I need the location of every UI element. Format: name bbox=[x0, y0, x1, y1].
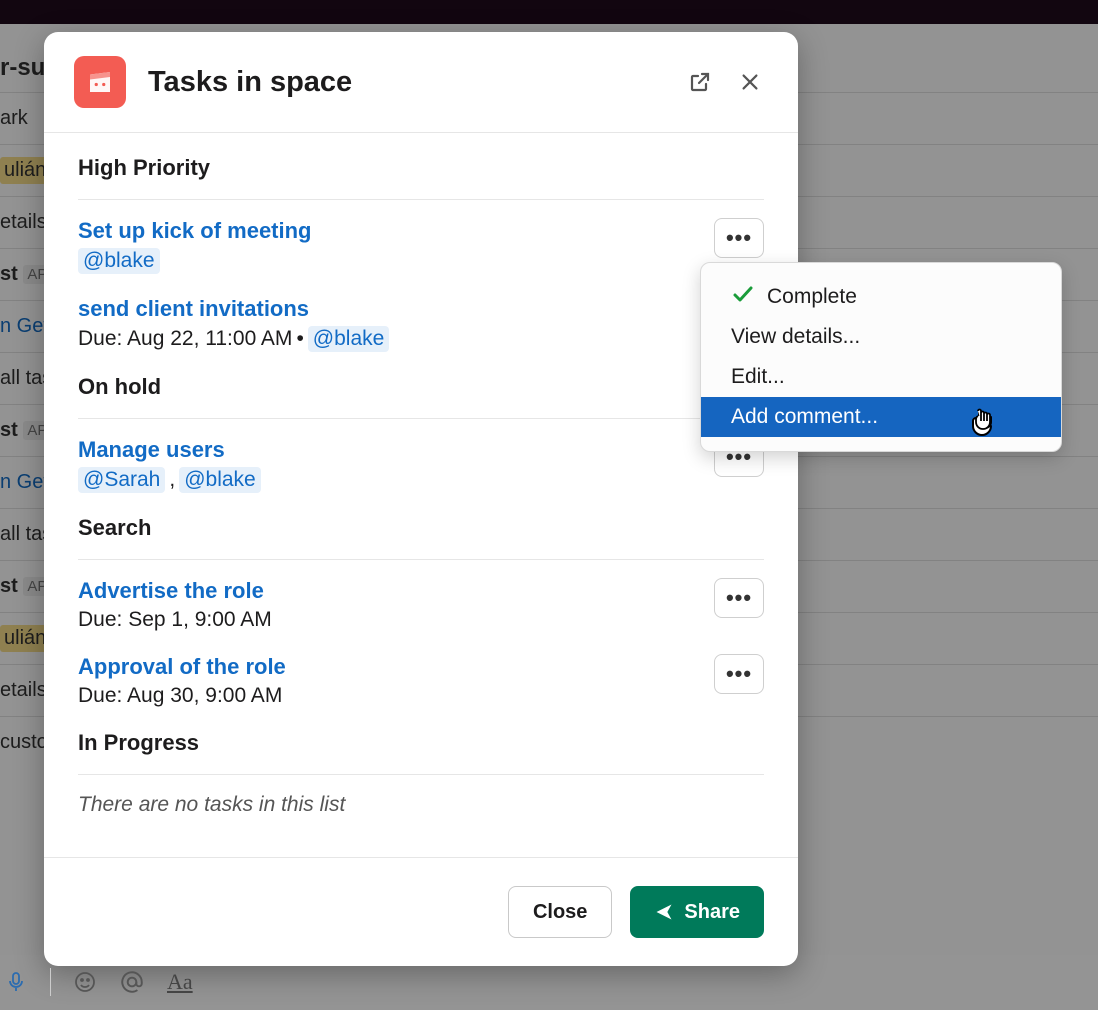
menu-item-view-details[interactable]: View details... bbox=[701, 317, 1061, 357]
modal-body: High Priority Set up kick of meeting @blak… bbox=[44, 133, 798, 857]
more-dots-icon: ••• bbox=[726, 227, 752, 249]
task-more-button[interactable]: ••• bbox=[714, 218, 764, 258]
share-button[interactable]: Share bbox=[630, 886, 764, 938]
task-title-link[interactable]: Advertise the role bbox=[78, 578, 714, 604]
modal-header: Tasks in space bbox=[44, 32, 798, 133]
menu-item-label: Edit... bbox=[731, 365, 785, 389]
task-due: Due: Sep 1, 9:00 AM bbox=[78, 608, 272, 632]
task-meta: @Sarah, @blake bbox=[78, 467, 714, 493]
menu-item-label: Add comment... bbox=[731, 405, 878, 429]
send-icon bbox=[654, 902, 674, 922]
user-mention[interactable]: @blake bbox=[308, 326, 390, 352]
task-title-link[interactable]: send client invitations bbox=[78, 296, 764, 322]
empty-list-message: There are no tasks in this list bbox=[78, 793, 764, 817]
menu-item-label: View details... bbox=[731, 325, 860, 349]
section-header: Search bbox=[78, 515, 764, 541]
close-modal-button[interactable] bbox=[732, 64, 768, 100]
task-title-link[interactable]: Approval of the role bbox=[78, 654, 714, 680]
section-divider bbox=[78, 774, 764, 775]
modal-footer: Close Share bbox=[44, 857, 798, 966]
section-header: High Priority bbox=[78, 155, 764, 181]
section-header: In Progress bbox=[78, 730, 764, 756]
tasks-modal: Tasks in space High Priority Set up kick … bbox=[44, 32, 798, 966]
section-header: On hold bbox=[78, 374, 764, 400]
task-title-link[interactable]: Set up kick of meeting bbox=[78, 218, 714, 244]
task-item: Manage users@Sarah, @blake••• bbox=[78, 437, 764, 493]
menu-item-add-comment[interactable]: Add comment... bbox=[701, 397, 1061, 437]
menu-item-edit[interactable]: Edit... bbox=[701, 357, 1061, 397]
section-divider bbox=[78, 559, 764, 560]
task-item: Set up kick of meeting @blake ••• bbox=[78, 218, 764, 274]
formatting-icon[interactable]: Aa bbox=[167, 969, 193, 995]
open-external-button[interactable] bbox=[682, 64, 718, 100]
task-item: send client invitations Due: Aug 22, 11:0… bbox=[78, 296, 764, 352]
task-context-menu: Complete View details... Edit... Add commen… bbox=[700, 262, 1062, 452]
menu-item-complete[interactable]: Complete bbox=[701, 277, 1061, 317]
task-meta: Due: Aug 30, 9:00 AM bbox=[78, 684, 714, 708]
section-divider bbox=[78, 418, 764, 419]
task-meta: @blake bbox=[78, 248, 714, 274]
task-due: Due: Aug 22, 11:00 AM bbox=[78, 327, 292, 351]
user-mention[interactable]: @blake bbox=[179, 467, 261, 493]
app-icon bbox=[74, 56, 126, 108]
close-button[interactable]: Close bbox=[508, 886, 612, 938]
menu-item-label: Complete bbox=[767, 285, 857, 309]
task-item: Advertise the role Due: Sep 1, 9:00 AM ••• bbox=[78, 578, 764, 632]
share-button-label: Share bbox=[684, 901, 740, 924]
more-dots-icon: ••• bbox=[726, 663, 752, 685]
task-more-button[interactable]: ••• bbox=[714, 654, 764, 694]
emoji-icon[interactable] bbox=[73, 970, 97, 994]
task-more-button[interactable]: ••• bbox=[714, 578, 764, 618]
task-item: Approval of the role Due: Aug 30, 9:00 AM… bbox=[78, 654, 764, 708]
microphone-icon[interactable] bbox=[4, 970, 28, 994]
check-icon bbox=[731, 282, 755, 312]
task-meta: Due: Aug 22, 11:00 AM • @blake bbox=[78, 326, 764, 352]
task-due: Due: Aug 30, 9:00 AM bbox=[78, 684, 282, 708]
user-mention[interactable]: @Sarah bbox=[78, 467, 165, 493]
more-dots-icon: ••• bbox=[726, 587, 752, 609]
section-divider bbox=[78, 199, 764, 200]
mention-icon[interactable] bbox=[119, 969, 145, 995]
task-title-link[interactable]: Manage users bbox=[78, 437, 714, 463]
modal-title: Tasks in space bbox=[148, 66, 682, 99]
task-meta: Due: Sep 1, 9:00 AM bbox=[78, 608, 714, 632]
user-mention[interactable]: @blake bbox=[78, 248, 160, 274]
